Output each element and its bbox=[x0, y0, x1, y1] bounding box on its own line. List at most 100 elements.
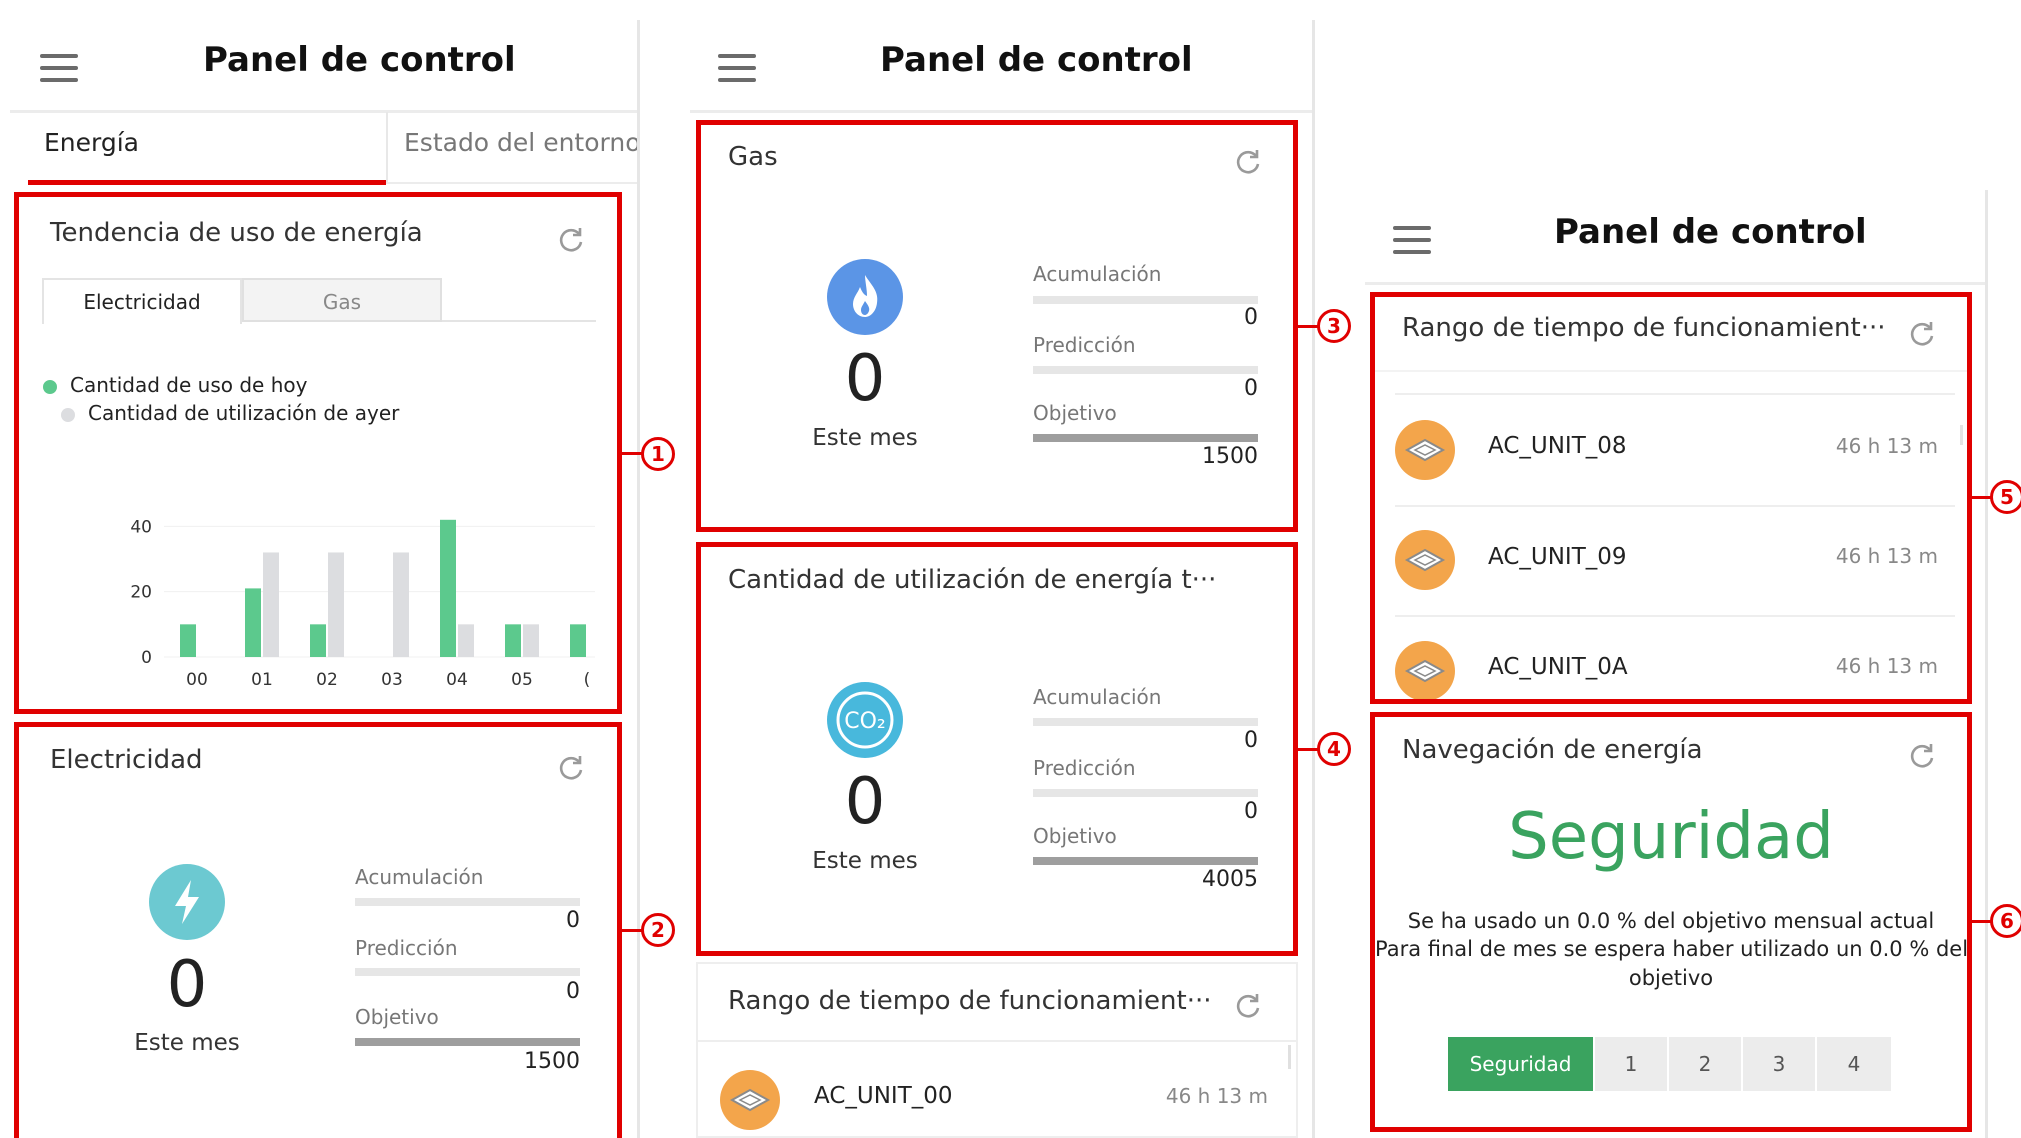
gas-value: 0 bbox=[844, 342, 886, 416]
unit-time: 46 h 13 m bbox=[1835, 654, 1938, 678]
pred-bar bbox=[1033, 789, 1258, 797]
ac-unit-icon bbox=[1395, 420, 1455, 480]
bar-today bbox=[245, 588, 261, 657]
bar-today bbox=[180, 624, 196, 657]
tabs-bottom-divider bbox=[386, 182, 637, 184]
pred-label: Predicción bbox=[1033, 756, 1136, 780]
ac-unit-icon bbox=[720, 1070, 780, 1130]
screen-divider bbox=[1312, 20, 1315, 1138]
unit-name: AC_UNIT_0A bbox=[1488, 654, 1628, 680]
bar-today bbox=[310, 624, 326, 657]
level-4-button[interactable]: 4 bbox=[1817, 1037, 1891, 1091]
target-bar bbox=[355, 1038, 580, 1046]
bar-today bbox=[440, 519, 456, 657]
energy-message-line1: Se ha usado un 0.0 % del objetivo mensua… bbox=[1407, 909, 1935, 933]
unit-name: AC_UNIT_00 bbox=[814, 1083, 953, 1109]
page-title: Panel de control bbox=[203, 40, 516, 80]
bar-yesterday bbox=[523, 624, 539, 657]
hamburger-menu-icon[interactable] bbox=[40, 54, 78, 82]
ac-unit-icon bbox=[1395, 641, 1455, 699]
x-tick-label: 05 bbox=[511, 670, 533, 690]
refresh-icon[interactable] bbox=[1908, 742, 1936, 770]
pred-value: 0 bbox=[1244, 799, 1258, 824]
acc-bar bbox=[1033, 718, 1258, 726]
target-bar bbox=[1033, 857, 1258, 865]
gas-period: Este mes bbox=[812, 425, 918, 451]
target-value: 4005 bbox=[1202, 867, 1258, 892]
tab-energy[interactable]: Energía bbox=[44, 128, 139, 157]
list-clip: AC_UNIT_0A 46 h 13 m bbox=[1375, 638, 1967, 699]
electricity-value: 0 bbox=[166, 948, 208, 1022]
pred-label: Predicción bbox=[1033, 333, 1136, 357]
bar-today bbox=[505, 624, 521, 657]
co2-period: Este mes bbox=[812, 848, 918, 874]
level-1-button[interactable]: 1 bbox=[1595, 1037, 1667, 1091]
scrollbar[interactable] bbox=[1960, 425, 1963, 445]
y-tick-label: 20 bbox=[130, 583, 152, 603]
header-divider bbox=[10, 110, 637, 113]
unit-time: 46 h 13 m bbox=[1165, 1084, 1268, 1108]
subtab-baseline bbox=[442, 320, 596, 322]
co2-card-title: Cantidad de utilización de energía t··· bbox=[728, 565, 1217, 595]
level-safe-button[interactable]: Seguridad bbox=[1448, 1037, 1593, 1091]
page-title: Panel de control bbox=[1554, 212, 1867, 252]
trend-chart: 0 20 40 00 01 02 03 04 05 ( bbox=[130, 517, 595, 690]
legend-today: Cantidad de uso de hoy bbox=[70, 373, 308, 397]
y-tick-label: 0 bbox=[141, 648, 152, 668]
bar-today bbox=[570, 624, 586, 657]
refresh-icon[interactable] bbox=[557, 754, 585, 782]
gas-card-title: Gas bbox=[728, 142, 778, 172]
pred-value: 0 bbox=[1244, 376, 1258, 401]
level-2-button[interactable]: 2 bbox=[1669, 1037, 1741, 1091]
unit-name: AC_UNIT_08 bbox=[1488, 433, 1627, 459]
callout-5: 5 bbox=[1990, 480, 2021, 514]
acc-value: 0 bbox=[1244, 728, 1258, 753]
tab-divider bbox=[386, 112, 388, 182]
pred-label: Predicción bbox=[355, 936, 458, 960]
refresh-icon[interactable] bbox=[1234, 148, 1262, 176]
page-title: Panel de control bbox=[880, 40, 1193, 80]
unit-name: AC_UNIT_09 bbox=[1488, 544, 1627, 570]
acc-value: 0 bbox=[1244, 305, 1258, 330]
legend-today-dot bbox=[43, 380, 57, 394]
scrollbar[interactable] bbox=[1288, 1045, 1291, 1069]
pred-bar bbox=[355, 968, 580, 976]
refresh-icon[interactable] bbox=[1908, 320, 1936, 348]
energy-status: Seguridad bbox=[1508, 800, 1834, 874]
refresh-icon[interactable] bbox=[1234, 992, 1262, 1020]
x-tick-label: ( bbox=[584, 670, 591, 690]
hamburger-menu-icon[interactable] bbox=[1393, 226, 1431, 254]
level-3-button[interactable]: 3 bbox=[1743, 1037, 1815, 1091]
tab-environment[interactable]: Estado del entorno bbox=[404, 128, 641, 157]
hamburger-menu-icon[interactable] bbox=[718, 54, 756, 82]
subtab-gas[interactable]: Gas bbox=[242, 278, 442, 322]
electricity-period: Este mes bbox=[134, 1030, 240, 1056]
trend-card-title: Tendencia de uso de energía bbox=[50, 218, 423, 248]
target-label: Objetivo bbox=[1033, 401, 1117, 425]
electricity-card-title: Electricidad bbox=[50, 745, 203, 775]
target-value: 1500 bbox=[524, 1049, 580, 1074]
unit-time: 46 h 13 m bbox=[1835, 544, 1938, 568]
energy-nav-title: Navegación de energía bbox=[1402, 735, 1703, 765]
x-tick-label: 00 bbox=[186, 670, 208, 690]
energy-message-line2: Para final de mes se espera haber utiliz… bbox=[1375, 937, 1969, 961]
acc-label: Acumulación bbox=[1033, 262, 1162, 286]
co2-value: 0 bbox=[844, 765, 886, 839]
screen-divider bbox=[637, 20, 640, 1138]
unit-time: 46 h 13 m bbox=[1835, 434, 1938, 458]
bar-yesterday bbox=[458, 624, 474, 657]
callout-1: 1 bbox=[641, 437, 675, 471]
callout-6: 6 bbox=[1990, 904, 2021, 938]
subtab-electricity[interactable]: Electricidad bbox=[42, 278, 242, 324]
bar-yesterday bbox=[263, 552, 279, 657]
callout-2: 2 bbox=[641, 913, 675, 947]
target-value: 1500 bbox=[1202, 444, 1258, 469]
x-tick-label: 01 bbox=[251, 670, 273, 690]
target-label: Objetivo bbox=[1033, 824, 1117, 848]
refresh-icon[interactable] bbox=[557, 226, 585, 254]
acc-bar bbox=[1033, 296, 1258, 304]
svg-text:CO₂: CO₂ bbox=[844, 709, 886, 734]
bar-yesterday bbox=[328, 552, 344, 657]
x-tick-label: 04 bbox=[446, 670, 468, 690]
acc-bar bbox=[355, 898, 580, 906]
